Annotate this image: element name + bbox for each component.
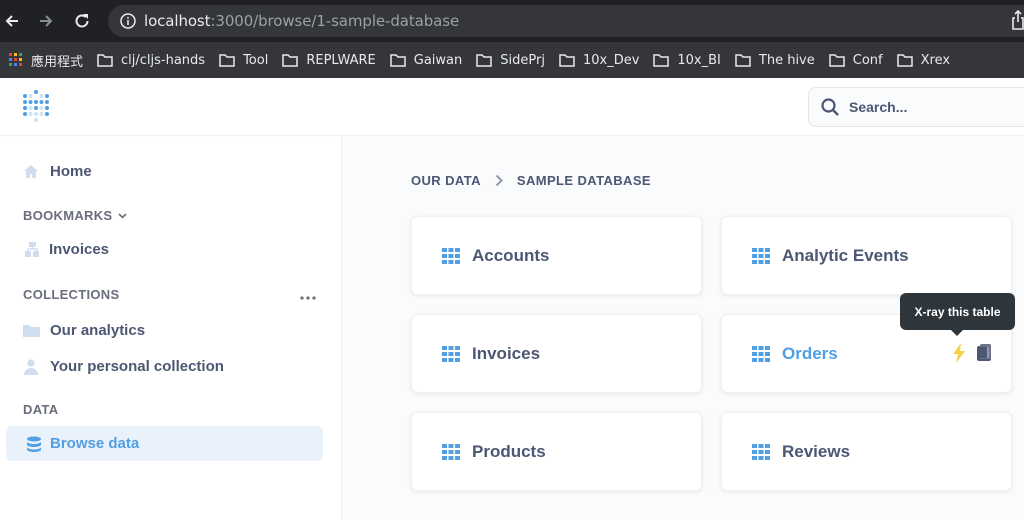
bookmark-label: Tool [243,52,269,68]
sidebar: Home BOOKMARKS Invoices COLLECTIONS Our … [0,137,342,519]
apps-grid-icon [9,53,22,66]
search-placeholder: Search... [849,99,908,115]
bookmark-label: clj/cljs-hands [121,52,206,68]
table-grid-icon [442,443,460,460]
bookmark-label: Gaiwan [413,52,463,68]
folder-icon [282,53,299,67]
home-icon [22,164,40,179]
bookmark-apps[interactable]: 應用程式 [4,42,92,78]
folder-icon [653,53,670,67]
url-path: :3000/browse/1-sample-database [210,12,460,30]
sidebar-item-label: Invoices [49,241,110,258]
chevron-right-icon [495,174,503,187]
metabase-logo[interactable] [22,89,50,128]
table-grid-icon [752,247,770,264]
more-options-icon[interactable] [300,287,316,305]
xray-bolt-icon[interactable] [953,343,965,368]
sidebar-item-our-analytics[interactable]: Our analytics [22,322,145,339]
table-card-products[interactable]: Products [411,412,702,491]
forward-icon[interactable] [34,9,58,33]
table-card-analytic-events[interactable]: Analytic Events [721,216,1012,295]
folder-icon [390,53,406,67]
bookmark-label: SidePrj [500,52,545,68]
bookmark-label: 應用程式 [31,54,84,70]
bookmark-label: Conf [852,52,883,68]
person-icon [22,358,40,375]
sidebar-item-browse-data[interactable]: Browse data [6,426,323,461]
url-host: localhost [144,12,211,30]
sidebar-item-personal-collection[interactable]: Your personal collection [22,358,224,375]
back-icon[interactable] [0,9,24,33]
table-card-title: Invoices [472,343,541,363]
breadcrumb-sample-database: SAMPLE DATABASE [516,173,651,188]
address-bar[interactable]: localhost:3000/browse/1-sample-database [108,5,1024,37]
bookmark-label: Xrex [920,52,951,68]
table-card-title: Reviews [782,441,851,461]
sidebar-item-label: Browse data [50,435,140,452]
sidebar-item-label: Your personal collection [50,358,224,375]
bookmark-label: 10x_BI [677,52,721,68]
search-icon [821,98,839,116]
bookmark-label: REPLWARE [306,52,376,68]
bookmarks-bar: 應用程式 clj/cljs-hands Tool REPLWARE Gaiwan… [0,42,1024,78]
folder-icon [896,53,913,67]
table-card-title: Orders [782,343,838,363]
table-grid-icon [752,443,770,460]
table-card-accounts[interactable]: Accounts [411,216,702,295]
url-text: localhost:3000/browse/1-sample-database [144,12,459,30]
table-grid-icon [752,345,770,362]
bookmark-label: The hive [758,52,815,68]
sidebar-item-label: Our analytics [50,322,146,339]
folder-icon [476,53,493,67]
xray-tooltip: X-ray this table [900,293,1015,336]
database-icon [26,436,42,452]
search-input[interactable]: Search... [808,87,1024,127]
collections-heading-label: COLLECTIONS [23,287,120,302]
card-actions [953,343,993,368]
browser-toolbar: localhost:3000/browse/1-sample-database [0,0,1024,42]
bookmark-folder[interactable]: Tool [214,42,277,78]
bookmarks-heading[interactable]: BOOKMARKS [23,208,127,223]
table-card-invoices[interactable]: Invoices [411,314,702,393]
reload-icon[interactable] [70,9,94,33]
folder-icon [22,324,40,337]
table-grid-icon [442,247,460,264]
sidebar-item-label: Home [50,163,92,180]
bookmark-folder[interactable]: clj/cljs-hands [92,42,214,78]
bookmark-folder[interactable]: Xrex [892,42,959,78]
table-card-title: Accounts [472,245,550,265]
info-icon[interactable] [120,13,136,29]
breadcrumb-our-data[interactable]: OUR DATA [411,173,481,188]
table-card-title: Analytic Events [782,245,909,265]
chevron-down-icon [118,212,127,219]
folder-icon [219,53,235,67]
bookmark-folder[interactable]: Conf [824,42,892,78]
bookmark-folder[interactable]: The hive [730,42,824,78]
folder-icon [559,53,575,67]
table-grid-icon [442,345,460,362]
folder-icon [829,53,845,67]
data-heading: DATA [23,402,58,417]
folder-icon [735,53,751,67]
bookmark-folder[interactable]: 10x_Dev [554,42,648,78]
bookmark-label: 10x_Dev [582,52,640,68]
sidebar-item-home[interactable]: Home [22,163,92,180]
breadcrumb: OUR DATA SAMPLE DATABASE [411,173,651,188]
table-icon [23,242,41,257]
data-heading-label: DATA [23,402,59,417]
collections-heading: COLLECTIONS [23,287,119,302]
sidebar-item-bookmark-invoices[interactable]: Invoices [23,241,109,258]
bookmark-folder[interactable]: 10x_BI [648,42,730,78]
table-card-title: Products [472,441,546,461]
bookmark-folder[interactable]: REPLWARE [277,42,384,78]
bookmark-folder[interactable]: SidePrj [471,42,554,78]
app-header: Search... [0,78,1024,136]
folder-icon [97,53,113,67]
share-icon[interactable] [1012,9,1024,35]
reference-book-icon[interactable] [975,344,993,367]
table-card-reviews[interactable]: Reviews [721,412,1012,491]
bookmarks-heading-label: BOOKMARKS [23,208,113,223]
bookmark-folder[interactable]: Gaiwan [385,42,472,78]
